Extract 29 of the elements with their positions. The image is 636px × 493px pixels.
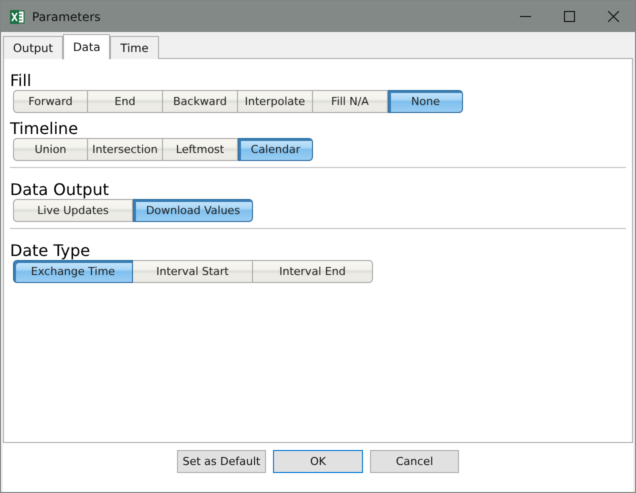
dialog-button[interactable]: OK [273,450,363,473]
app-icon [9,8,25,24]
tab[interactable]: Data [62,34,110,60]
maximize-icon[interactable] [564,11,574,22]
option-button[interactable]: Calendar [238,138,313,161]
close-icon[interactable] [608,11,618,22]
option-button[interactable]: Backward [163,90,238,113]
tab[interactable]: Time [110,36,159,59]
option-button[interactable]: Interval Start [133,260,253,283]
option-button[interactable]: End [88,90,163,113]
option-button[interactable]: Interval End [253,260,373,283]
section-label: Fill [10,71,32,90]
option-button[interactable]: Leftmost [163,138,238,161]
window-title: Parameters [32,10,102,24]
option-button[interactable]: Union [13,138,88,161]
option-button[interactable]: Download Values [133,199,253,222]
option-button[interactable]: Forward [13,90,88,113]
option-button[interactable]: Interpolate [238,90,313,113]
tab[interactable]: Output [3,36,63,59]
option-button[interactable]: Fill N/A [313,90,388,113]
option-button[interactable]: None [388,90,463,113]
dialog-button[interactable]: Cancel [370,450,459,473]
option-button[interactable]: Live Updates [13,199,133,222]
section-label: Timeline [10,119,78,138]
section-label: Date Type [10,241,90,260]
dialog-button[interactable]: Set as Default [177,450,266,473]
option-button[interactable]: Exchange Time [13,260,133,283]
option-button[interactable]: Intersection [88,138,163,161]
section-label: Data Output [10,180,109,199]
